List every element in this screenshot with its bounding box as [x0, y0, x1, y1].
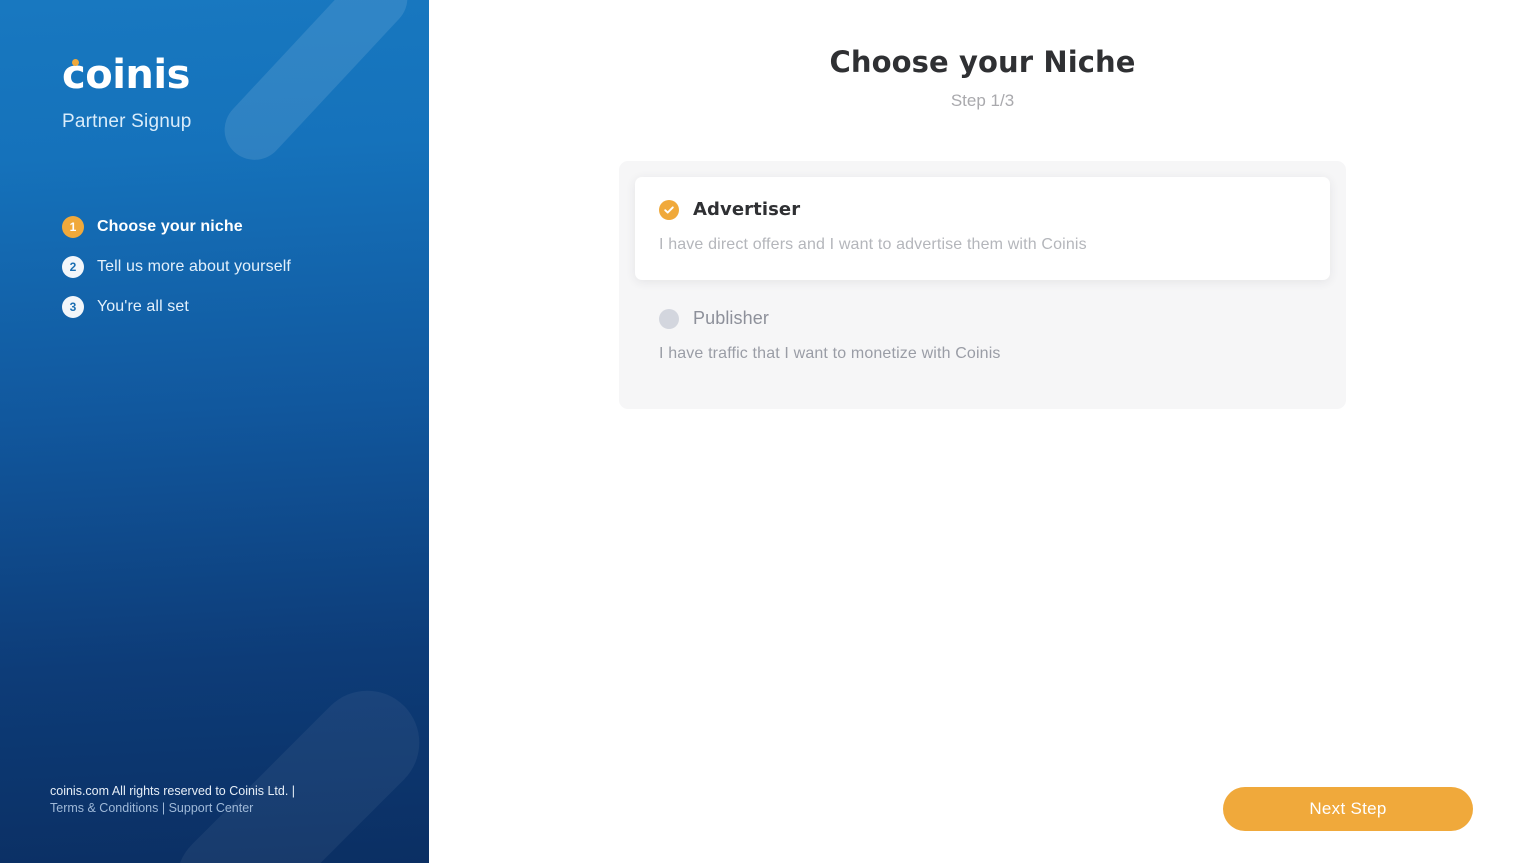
advertiser-header: Advertiser — [659, 199, 1306, 220]
partner-signup-page: coinis Partner Signup 1 Choose your nich… — [0, 0, 1536, 863]
page-title: Choose your Niche — [829, 45, 1136, 79]
sidebar-step-tell-us-more[interactable]: 2 Tell us more about yourself — [62, 247, 429, 287]
signup-steps-list: 1 Choose your niche 2 Tell us more about… — [62, 207, 429, 327]
terms-and-conditions-link[interactable]: Terms & Conditions — [50, 801, 158, 815]
publisher-title: Publisher — [693, 308, 769, 328]
step-number-badge-3: 3 — [62, 296, 84, 318]
sidebar-step-choose-niche[interactable]: 1 Choose your niche — [62, 207, 429, 247]
publisher-description: I have traffic that I want to monetize w… — [659, 345, 1001, 362]
support-center-link[interactable]: Support Center — [169, 801, 254, 815]
step-indicator: Step 1/3 — [950, 91, 1015, 110]
advertiser-description: I have direct offers and I want to adver… — [659, 236, 1087, 253]
footer-separator: | — [158, 801, 169, 816]
sidebar-step-all-set[interactable]: 3 You're all set — [62, 287, 429, 327]
sidebar-tagline: Partner Signup — [62, 111, 192, 132]
footer-copyright: coinis.com All rights reserved to Coinis… — [50, 783, 296, 798]
step-label-1: Choose your niche — [97, 218, 243, 235]
coinis-logo[interactable]: coinis — [62, 55, 190, 95]
check-circle-icon[interactable] — [659, 199, 679, 220]
next-step-button[interactable]: Next Step — [1223, 787, 1473, 831]
niche-option-advertiser[interactable]: Advertiser I have direct offers and I wa… — [635, 177, 1330, 280]
advertiser-title: Advertiser — [693, 199, 801, 220]
niche-options-panel: Advertiser I have direct offers and I wa… — [619, 161, 1346, 409]
step-number-badge-1: 1 — [62, 216, 84, 238]
sidebar: coinis Partner Signup 1 Choose your nich… — [0, 0, 429, 863]
step-number-badge-2: 2 — [62, 256, 84, 278]
logo-accent-dot-icon — [72, 59, 79, 66]
sidebar-footer: coinis.com All rights reserved to Coinis… — [50, 783, 295, 819]
logo-text: coinis — [62, 52, 190, 98]
sidebar-content: coinis Partner Signup 1 Choose your nich… — [0, 0, 429, 863]
step-label-2: Tell us more about yourself — [97, 258, 291, 275]
radio-empty-icon[interactable] — [659, 308, 679, 329]
step-label-3: You're all set — [97, 298, 189, 315]
niche-option-publisher[interactable]: Publisher I have traffic that I want to … — [635, 280, 1330, 393]
publisher-header: Publisher — [659, 308, 1306, 329]
main-content: Choose your Niche Step 1/3 Advertiser I … — [429, 0, 1536, 863]
